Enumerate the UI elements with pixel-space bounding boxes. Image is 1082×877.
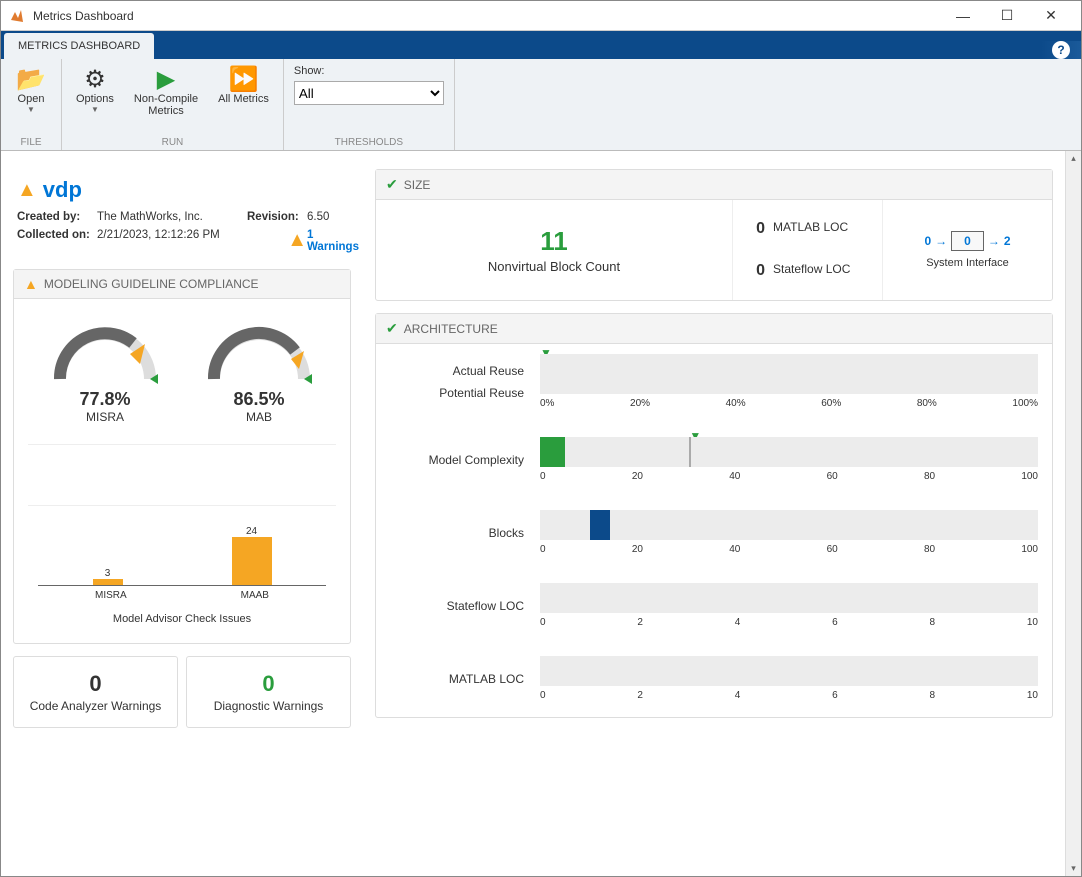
maximize-button[interactable]: ☐ xyxy=(985,2,1029,30)
play-icon: ▶ xyxy=(157,65,175,93)
warnings-count[interactable]: 1 xyxy=(307,229,313,241)
window-title: Metrics Dashboard xyxy=(33,9,941,23)
matlab-logo-icon xyxy=(9,8,25,24)
matlab-loc[interactable]: 0 MATLAB LOC xyxy=(745,220,870,238)
misra-gauge[interactable]: 77.8% MISRA xyxy=(45,319,165,424)
stateflow-loc[interactable]: 0 Stateflow LOC xyxy=(745,262,870,280)
model-name[interactable]: vdp xyxy=(43,177,82,203)
show-select[interactable]: All xyxy=(294,81,444,105)
diagnostic-warnings-box[interactable]: 0 Diagnostic Warnings xyxy=(186,656,351,728)
compliance-panel: ▲ MODELING GUIDELINE COMPLIANCE 77.8% MI… xyxy=(13,269,351,644)
matlab-loc-chart[interactable]: MATLAB LOC 0246810 xyxy=(390,656,1038,701)
group-label-file: FILE xyxy=(9,137,53,148)
show-label: Show: xyxy=(294,65,444,77)
check-icon: ✔ xyxy=(386,176,398,193)
close-button[interactable]: ✕ xyxy=(1029,2,1073,30)
options-button[interactable]: ⚙ Options ▼ xyxy=(70,65,120,135)
titlebar: Metrics Dashboard — ☐ ✕ xyxy=(1,1,1081,31)
group-label-run: RUN xyxy=(70,137,275,148)
revision: 6.50 xyxy=(307,211,359,223)
folder-icon: 📂 xyxy=(16,65,46,93)
dropdown-icon: ▼ xyxy=(27,105,35,114)
architecture-panel: ✔ ARCHITECTURE Actual Reuse Potential Re… xyxy=(375,313,1053,718)
warnings-link[interactable]: Warnings xyxy=(307,241,359,253)
mab-gauge[interactable]: 86.5% MAB xyxy=(199,319,319,424)
warning-icon: ▲ xyxy=(24,276,38,292)
open-button[interactable]: 📂 Open ▼ xyxy=(9,65,53,135)
gear-icon: ⚙ xyxy=(84,65,106,93)
reuse-chart[interactable]: Actual Reuse Potential Reuse ▼ 0%20%40%6… xyxy=(390,354,1038,409)
all-metrics-button[interactable]: ⏩ All Metrics xyxy=(212,65,275,135)
group-label-thresholds: THRESHOLDS xyxy=(294,137,444,148)
tabstrip: METRICS DASHBOARD ? xyxy=(1,31,1081,59)
tab-metrics-dashboard[interactable]: METRICS DASHBOARD xyxy=(4,33,154,59)
size-panel: ✔ SIZE 11 Nonvirtual Block Count 0 MATLA… xyxy=(375,169,1053,301)
vertical-scrollbar[interactable] xyxy=(1065,151,1081,876)
model-header: ▲ vdp Created by: The MathWorks, Inc. Re… xyxy=(13,169,351,269)
check-issues-chart[interactable]: 3 24 MISRA MAAB Model Advisor Check Issu… xyxy=(28,505,336,633)
help-icon: ? xyxy=(1052,41,1070,59)
code-analyzer-box[interactable]: 0 Code Analyzer Warnings xyxy=(13,656,178,728)
warning-icon: ▲ xyxy=(247,229,307,253)
fast-forward-icon: ⏩ xyxy=(229,65,259,93)
stateflow-loc-chart[interactable]: Stateflow LOC 0246810 xyxy=(390,583,1038,628)
help-button[interactable]: ? xyxy=(1041,41,1081,59)
check-icon: ✔ xyxy=(386,320,398,337)
dropdown-icon: ▼ xyxy=(91,105,99,114)
content-area: ▲ vdp Created by: The MathWorks, Inc. Re… xyxy=(1,151,1081,876)
toolstrip: 📂 Open ▼ FILE ⚙ Options ▼ ▶ Non-Compile … xyxy=(1,59,1081,151)
arrow-icon: → xyxy=(988,234,1000,248)
created-by: The MathWorks, Inc. xyxy=(97,211,247,223)
arrow-icon: → xyxy=(935,234,947,248)
minimize-button[interactable]: — xyxy=(941,2,985,30)
nonvirtual-block-count[interactable]: 11 Nonvirtual Block Count xyxy=(376,200,732,300)
system-interface[interactable]: 0 → 0 → 2 System Interface xyxy=(882,200,1052,300)
noncompile-metrics-button[interactable]: ▶ Non-Compile Metrics xyxy=(128,65,204,135)
collected-on: 2/21/2023, 12:12:26 PM xyxy=(97,229,247,253)
blocks-chart[interactable]: Blocks 020406080100 xyxy=(390,510,1038,555)
model-complexity-chart[interactable]: Model Complexity ▼ 020406080100 xyxy=(390,437,1038,482)
warning-icon: ▲ xyxy=(17,179,37,202)
